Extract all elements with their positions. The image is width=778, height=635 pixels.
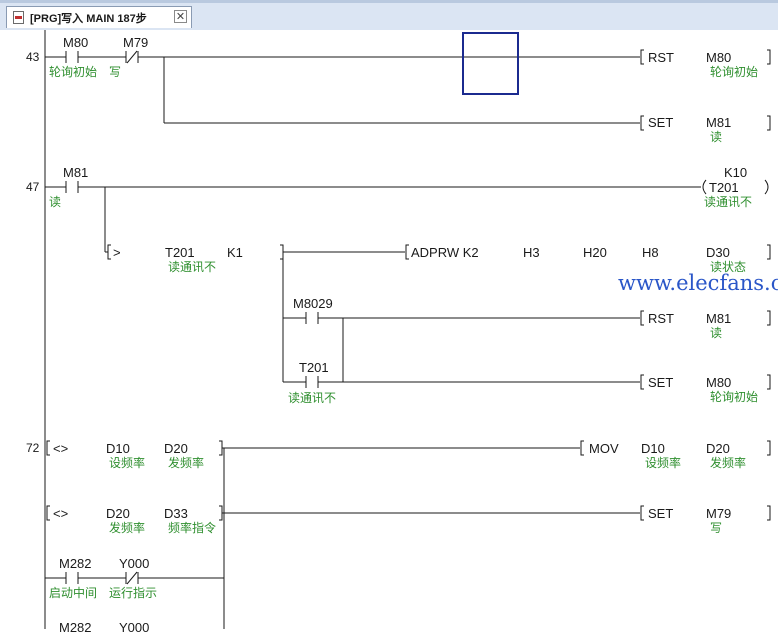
contact-device[interactable]: T201: [299, 360, 329, 375]
contact-device[interactable]: M8029: [293, 296, 333, 311]
operand[interactable]: M79: [706, 506, 731, 521]
device-comment: 发频率: [710, 456, 747, 470]
contact-device[interactable]: Y000: [119, 556, 149, 571]
instruction[interactable]: SET: [648, 115, 673, 130]
device-comment: 发频率: [109, 521, 146, 535]
compare-operator[interactable]: <>: [53, 506, 68, 521]
device-comment: 设频率: [109, 456, 146, 470]
compare-operator[interactable]: <>: [53, 441, 68, 456]
operand[interactable]: K1: [227, 245, 243, 260]
contact-device[interactable]: M79: [123, 35, 148, 50]
ladder-editor[interactable]: 43 M80 轮询初始 M79 写 RST M80 轮询初始 SET M81 读…: [0, 30, 778, 635]
step-number: 47: [26, 180, 40, 194]
device-comment: 读通讯不: [704, 195, 753, 209]
operand[interactable]: M81: [706, 115, 731, 130]
operand[interactable]: D33: [164, 506, 188, 521]
operand[interactable]: D30: [706, 245, 730, 260]
operand[interactable]: M80: [706, 50, 731, 65]
device-comment: 写: [710, 521, 723, 535]
tab-bar: [PRG]写入 MAIN 187步 ✕: [0, 0, 778, 30]
operand[interactable]: D20: [164, 441, 188, 456]
step-number: 72: [26, 441, 40, 455]
operand[interactable]: H3: [523, 245, 540, 260]
ladder-document-icon: [13, 11, 24, 24]
step-number: 43: [26, 50, 40, 64]
contact-device[interactable]: M282: [59, 556, 92, 571]
device-comment: 轮询初始: [710, 390, 759, 404]
contact-device[interactable]: Y000: [119, 620, 149, 635]
compare-operator[interactable]: >: [113, 245, 121, 260]
instruction[interactable]: SET: [648, 375, 673, 390]
timer-coil[interactable]: T201: [709, 180, 739, 195]
device-comment: 读: [710, 326, 723, 340]
device-comment: 发频率: [168, 456, 205, 470]
device-comment: 频率指令: [168, 521, 217, 535]
operand[interactable]: D20: [106, 506, 130, 521]
title-stripe: [0, 0, 778, 3]
instruction[interactable]: RST: [648, 50, 674, 65]
instruction[interactable]: RST: [648, 311, 674, 326]
device-comment: 设频率: [645, 456, 682, 470]
instruction[interactable]: ADPRW K2: [411, 245, 479, 260]
instruction[interactable]: MOV: [589, 441, 619, 456]
instruction[interactable]: SET: [648, 506, 673, 521]
timer-constant[interactable]: K10: [724, 165, 747, 180]
operand[interactable]: D10: [641, 441, 665, 456]
contact-device[interactable]: M282: [59, 620, 92, 635]
device-comment: 读通讯不: [168, 260, 217, 274]
tab-title: [PRG]写入 MAIN 187步: [30, 13, 147, 25]
edit-cursor[interactable]: [462, 32, 519, 95]
operand[interactable]: D10: [106, 441, 130, 456]
device-comment: 启动中间: [49, 586, 98, 600]
contact-device[interactable]: M80: [63, 35, 88, 50]
device-comment: 读: [710, 130, 723, 144]
contact-device[interactable]: M81: [63, 165, 88, 180]
tab-prg-main[interactable]: [PRG]写入 MAIN 187步 ✕: [6, 6, 192, 28]
operand[interactable]: T201: [165, 245, 195, 260]
close-icon[interactable]: ✕: [174, 10, 187, 23]
operand[interactable]: H8: [642, 245, 659, 260]
device-comment: 轮询初始: [710, 65, 759, 79]
operand[interactable]: H20: [583, 245, 607, 260]
operand[interactable]: M80: [706, 375, 731, 390]
device-comment: 运行指示: [109, 586, 158, 600]
watermark: www.elecfans.com: [618, 271, 778, 295]
device-comment: 轮询初始: [49, 65, 98, 79]
device-comment: 写: [109, 65, 122, 79]
operand[interactable]: D20: [706, 441, 730, 456]
device-comment: 读通讯不: [288, 391, 337, 405]
device-comment: 读: [49, 195, 62, 209]
operand[interactable]: M81: [706, 311, 731, 326]
